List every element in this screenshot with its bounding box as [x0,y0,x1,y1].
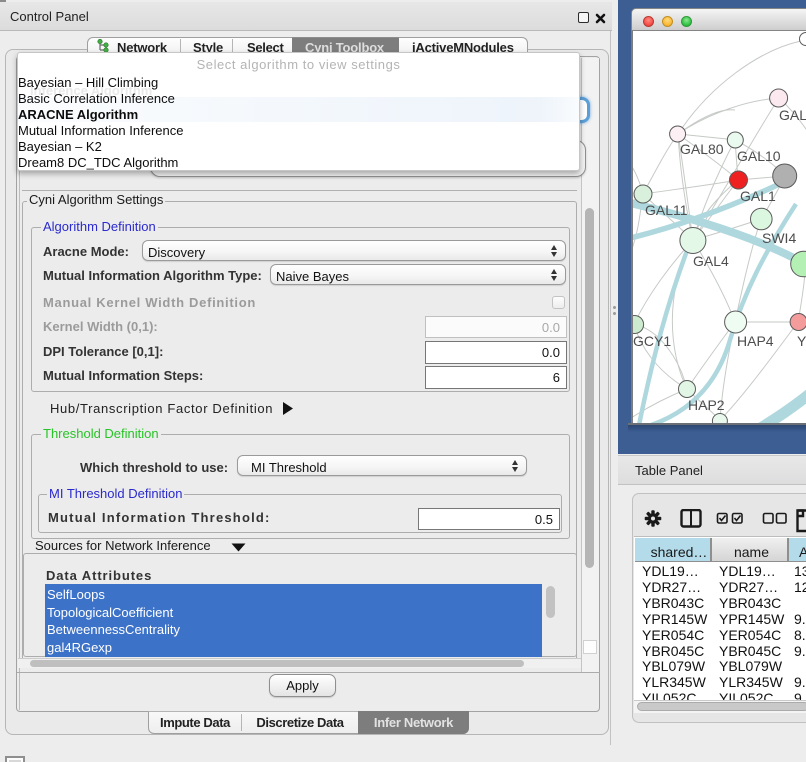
svg-text:HAP2: HAP2 [688,397,725,413]
svg-text:GAL80: GAL80 [680,141,724,157]
svg-text:GAL8: GAL8 [779,107,806,123]
svg-text:GAL10: GAL10 [737,148,781,164]
svg-text:SWI4: SWI4 [762,230,796,246]
svg-text:Y: Y [797,333,806,349]
svg-text:GAL1: GAL1 [740,188,776,204]
svg-text:GAL4: GAL4 [693,253,729,269]
svg-text:GCY1: GCY1 [633,333,671,349]
svg-text:HAP4: HAP4 [737,333,774,349]
svg-text:GAL11: GAL11 [645,202,688,218]
